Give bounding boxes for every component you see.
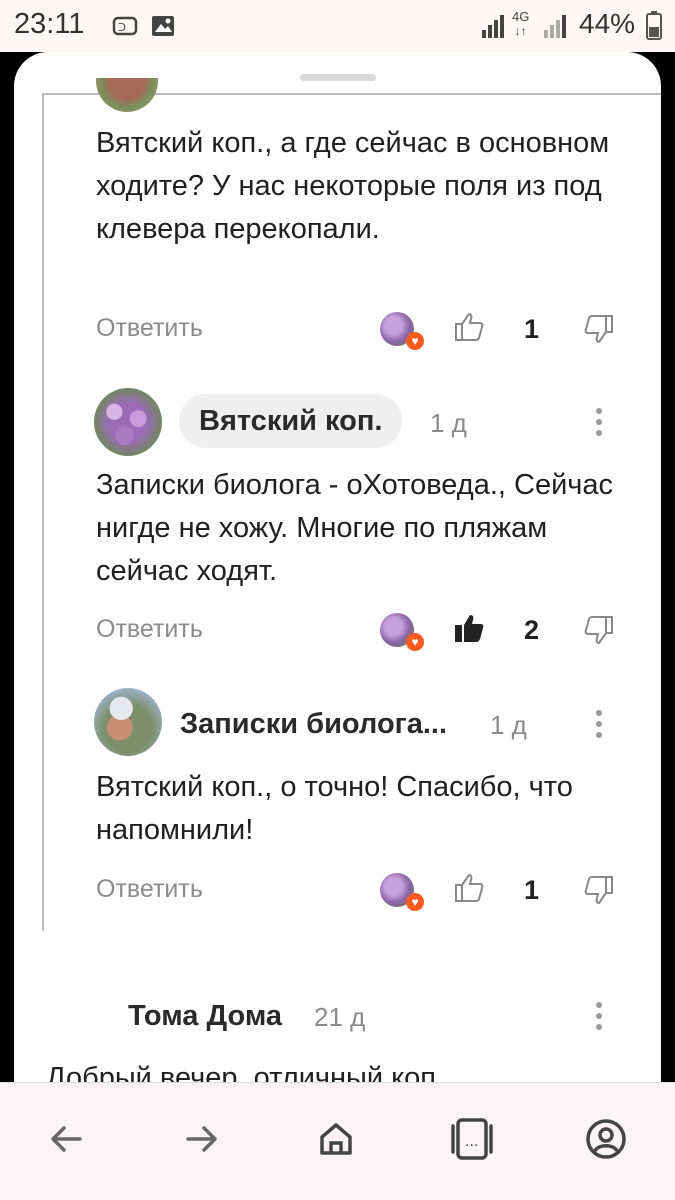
comment-text: Вятский коп., а где сейчас в основном хо… [96,127,610,245]
avatar[interactable] [96,78,158,112]
comment-age: 1 д [430,408,467,438]
like-count: 1 [524,314,540,344]
profile-icon[interactable] [576,1109,636,1169]
notification-icon: ᑐ [112,14,138,43]
author-name[interactable]: Записки биолога... [180,708,447,741]
back-arrow-icon[interactable] [36,1109,96,1169]
heart-icon: ♥ [406,332,424,350]
status-time: 23:11 [14,8,85,40]
reply-button[interactable]: Ответить [96,314,203,343]
comment-text: Вятский коп., о точно! Спасибо, что напо… [96,771,573,846]
svg-text:ᑐ: ᑐ [118,21,126,34]
signal-icon-2 [542,12,568,45]
heart-icon: ♥ [406,893,424,911]
battery-percent: 44% [579,8,636,39]
heart-icon: ♥ [406,633,424,651]
avatar[interactable] [94,688,162,756]
like-icon-filled[interactable] [452,611,486,645]
like-count: 2 [524,615,540,645]
network-type-label: 4G [512,9,530,24]
more-icon[interactable] [594,710,604,744]
author-name[interactable]: Вятский коп. [179,394,403,448]
reply-button[interactable]: Ответить [96,875,203,904]
bottom-nav: ... [0,1082,675,1200]
like-count: 1 [524,875,540,905]
image-icon [150,13,176,44]
signal-icon [480,12,506,45]
reply-button[interactable]: Ответить [96,615,203,644]
dislike-icon[interactable] [582,613,616,647]
dislike-icon[interactable] [582,873,616,907]
like-icon[interactable] [452,871,486,905]
battery-icon [646,10,662,45]
network-type-icon: 4G ↓↑ [512,9,530,39]
avatar[interactable] [94,388,162,456]
comment-age: 21 д [314,1002,366,1032]
like-icon[interactable] [452,310,486,344]
more-icon[interactable] [594,408,604,442]
svg-text:...: ... [465,1134,478,1150]
dislike-icon[interactable] [582,312,616,346]
comment-text: Записки биолога - оХотоведа., Сейчас ниг… [96,469,614,587]
more-icon[interactable] [594,1002,604,1036]
tabs-icon[interactable]: ... [442,1109,502,1169]
home-icon[interactable] [306,1109,366,1169]
status-bar: 23:11 ᑐ 4G ↓↑ 44% [0,0,675,52]
author-name[interactable]: Тома Дома [128,1000,282,1033]
forward-arrow-icon[interactable] [172,1109,232,1169]
comment-age: 1 д [490,710,527,740]
comment-text: Добрый вечер, отличный коп. [46,1062,445,1082]
comments-sheet: Вятский коп., а где сейчас в основном хо… [14,52,661,1082]
